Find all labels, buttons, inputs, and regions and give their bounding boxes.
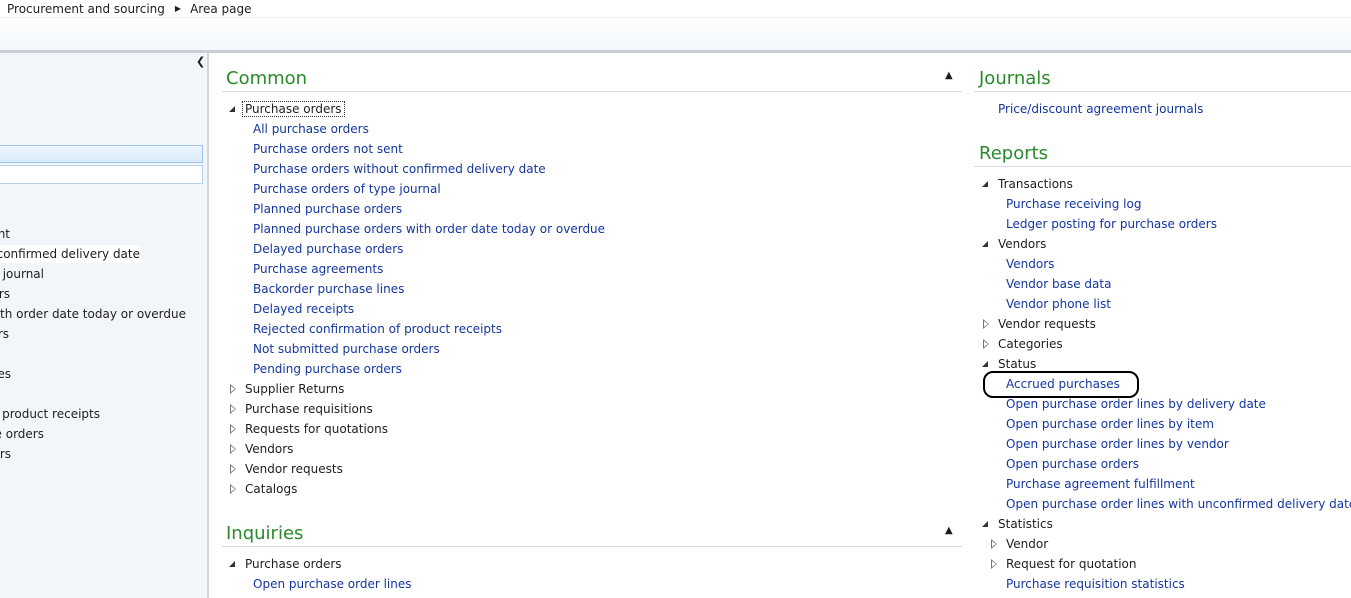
group-supplier-returns[interactable]: Supplier Returns [245,379,344,399]
nav-item[interactable]: rs [0,325,9,343]
link-vendor-base-data[interactable]: Vendor base data [1006,274,1111,294]
breadcrumb-page[interactable]: Area page [190,2,251,16]
link-delayed-receipts[interactable]: Delayed receipts [253,299,354,319]
link-accrued-purchases[interactable]: Accrued purchases [1006,374,1120,394]
collapsed-triangle-icon[interactable] [230,444,236,454]
link-po-without-confirmed-delivery[interactable]: Purchase orders without confirmed delive… [253,159,546,179]
group-inquiries-purchase-orders[interactable]: Purchase orders [245,554,342,574]
link-purchase-agreement-fulfillment[interactable]: Purchase agreement fulfillment [1006,474,1195,494]
link-open-po-lines-by-vendor[interactable]: Open purchase order lines by vendor [1006,434,1229,454]
link-all-purchase-orders[interactable]: All purchase orders [253,119,369,139]
collapsed-triangle-icon[interactable] [991,559,997,569]
link-price-discount-journals[interactable]: Price/discount agreement journals [998,99,1203,119]
group-purchase-orders[interactable]: Purchase orders [242,99,345,119]
nav-item[interactable]: nt [0,225,10,243]
breadcrumb-module[interactable]: Procurement and sourcing [0,2,165,16]
expanded-triangle-icon[interactable] [982,181,988,187]
group-requests-for-quotations[interactable]: Requests for quotations [245,419,388,439]
group-report-categories[interactable]: Categories [998,334,1063,354]
expanded-triangle-icon[interactable] [229,106,235,112]
link-rejected-confirmation[interactable]: Rejected confirmation of product receipt… [253,319,502,339]
action-pane [0,17,1351,51]
section-divider [974,166,1351,167]
collapsed-triangle-icon[interactable] [230,404,236,414]
collapsed-triangle-icon[interactable] [983,319,989,329]
collapsed-triangle-icon[interactable] [230,424,236,434]
collapsed-triangle-icon[interactable] [991,539,997,549]
link-ledger-posting-po[interactable]: Ledger posting for purchase orders [1006,214,1217,234]
link-open-po-lines-by-delivery-date[interactable]: Open purchase order lines by delivery da… [1006,394,1266,414]
link-open-po-lines-unconfirmed[interactable]: Open purchase order lines with unconfirm… [1006,494,1351,514]
section-divider [222,91,962,92]
chevron-left-icon[interactable]: ❮ [196,55,205,68]
group-vendors[interactable]: Vendors [245,439,293,459]
section-title-inquiries: Inquiries [226,523,304,544]
nav-item-box[interactable] [0,165,203,184]
group-report-statistics[interactable]: Statistics [998,514,1053,534]
link-backorder-purchase-lines[interactable]: Backorder purchase lines [253,279,404,299]
nav-item[interactable]: rs [0,285,10,303]
collapsed-triangle-icon[interactable] [983,339,989,349]
nav-selected-item[interactable] [0,145,203,163]
nav-item[interactable]: of product receipts [0,405,100,423]
group-purchase-requisitions[interactable]: Purchase requisitions [245,399,373,419]
breadcrumb: Procurement and sourcing ▶ Area page [0,0,1351,17]
link-purchase-orders-not-sent[interactable]: Purchase orders not sent [253,139,403,159]
nav-item[interactable]: e journal [0,265,44,283]
link-not-submitted-po[interactable]: Not submitted purchase orders [253,339,440,359]
link-planned-purchase-orders[interactable]: Planned purchase orders [253,199,402,219]
collapsed-triangle-icon[interactable] [230,464,236,474]
link-delayed-purchase-orders[interactable]: Delayed purchase orders [253,239,403,259]
link-purchase-receiving-log[interactable]: Purchase receiving log [1006,194,1141,214]
chevron-up-icon[interactable]: ▲ [945,70,953,81]
group-report-vendors[interactable]: Vendors [998,234,1046,254]
right-triangle-icon: ▶ [174,4,182,13]
link-open-po-lines-by-item[interactable]: Open purchase order lines by item [1006,414,1214,434]
section-divider [974,91,1351,92]
group-report-vendor-requests[interactable]: Vendor requests [998,314,1096,334]
nav-item[interactable]: ut confirmed delivery date [0,245,140,263]
link-planned-po-overdue[interactable]: Planned purchase orders with order date … [253,219,605,239]
link-pending-purchase-orders[interactable]: Pending purchase orders [253,359,402,379]
nav-item[interactable]: se orders [0,425,44,443]
link-vendor-phone-list[interactable]: Vendor phone list [1006,294,1111,314]
link-po-of-type-journal[interactable]: Purchase orders of type journal [253,179,441,199]
link-vendors-report[interactable]: Vendors [1006,254,1054,274]
nav-item[interactable]: rs [0,445,11,463]
group-transactions[interactable]: Transactions [998,174,1073,194]
expanded-triangle-icon[interactable] [982,521,988,527]
nav-item[interactable]: ers with order date today or overdue [0,305,186,323]
expanded-triangle-icon[interactable] [982,361,988,367]
group-catalogs[interactable]: Catalogs [245,479,297,499]
link-purchase-requisition-statistics[interactable]: Purchase requisition statistics [1006,574,1185,594]
link-open-purchase-order-lines[interactable]: Open purchase order lines [253,574,411,594]
nav-item[interactable]: es [0,365,11,383]
navigation-pane: ❮ nt ut confirmed delivery date e journa… [0,53,209,598]
collapsed-triangle-icon[interactable] [230,384,236,394]
link-purchase-agreements[interactable]: Purchase agreements [253,259,383,279]
collapsed-triangle-icon[interactable] [230,484,236,494]
section-title-reports: Reports [979,143,1049,164]
expanded-triangle-icon[interactable] [229,561,235,567]
group-statistics-rfq[interactable]: Request for quotation [1006,554,1136,574]
group-vendor-requests[interactable]: Vendor requests [245,459,343,479]
section-title-common: Common [226,68,308,89]
link-open-purchase-orders[interactable]: Open purchase orders [1006,454,1139,474]
group-statistics-vendor[interactable]: Vendor [1006,534,1048,554]
expanded-triangle-icon[interactable] [982,241,988,247]
section-title-journals: Journals [979,68,1051,89]
section-divider [222,546,962,547]
chevron-up-icon[interactable]: ▲ [945,525,953,536]
area-page-content: Common ▲ Purchase orders All purchase or… [209,53,1351,598]
